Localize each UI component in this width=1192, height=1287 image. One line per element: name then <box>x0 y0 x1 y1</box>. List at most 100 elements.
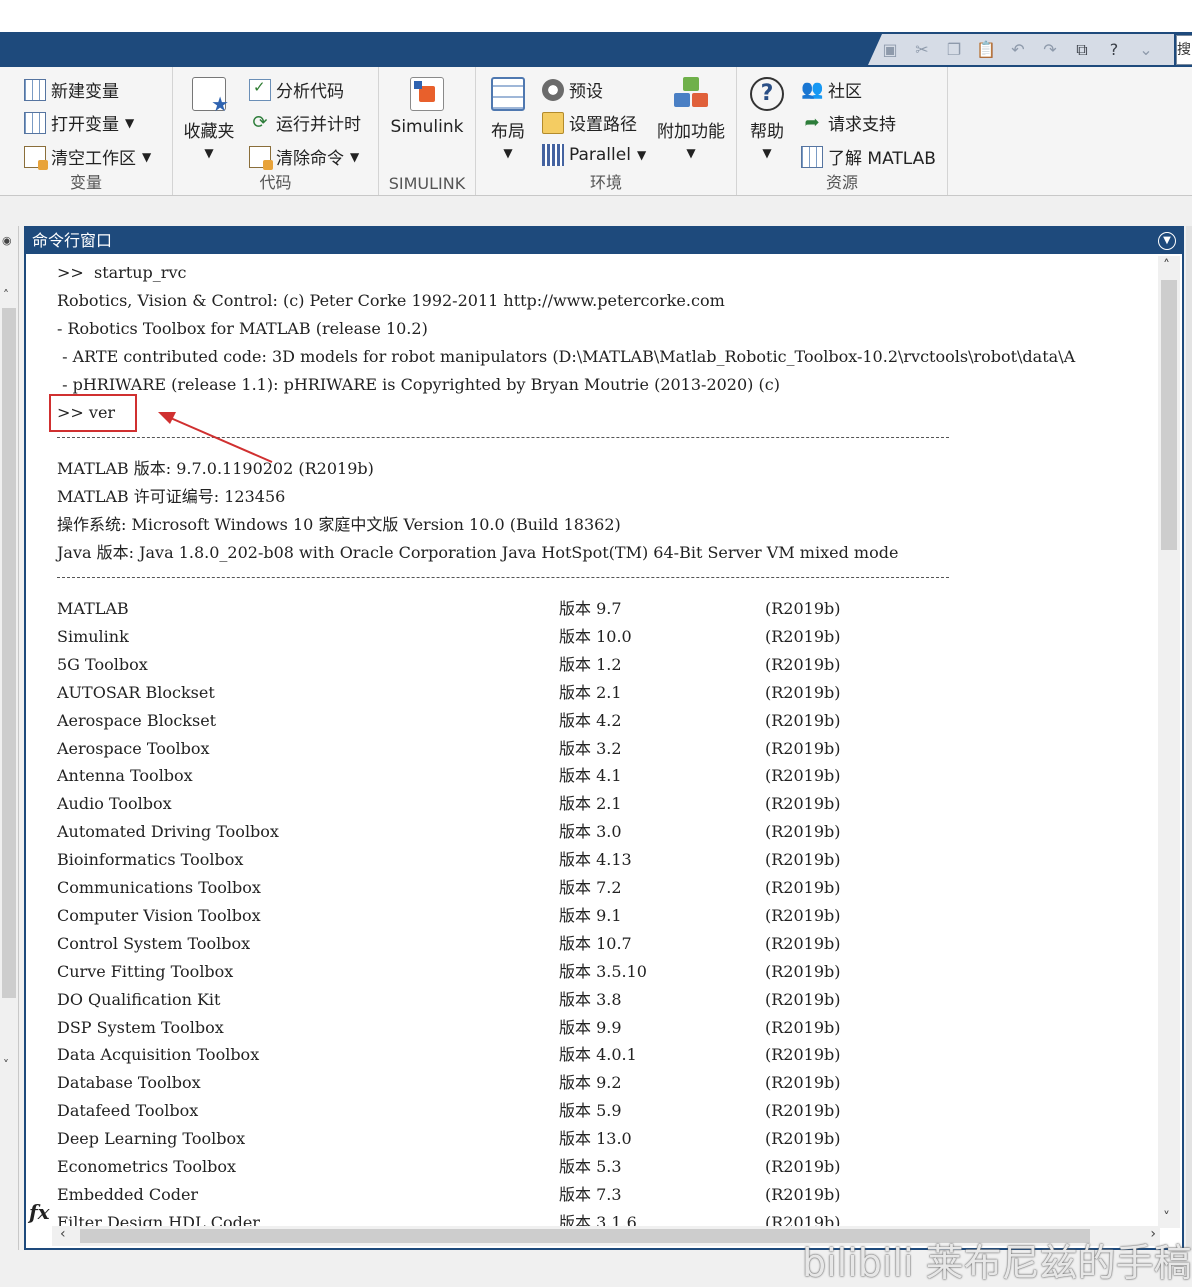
community-button[interactable]: 👥 社区 <box>801 77 862 103</box>
product-row: Automated Driving Toolbox 版本 3.0 (R2019b) <box>57 819 937 845</box>
product-row: Econometrics Toolbox 版本 5.3 (R2019b) <box>57 1154 937 1180</box>
product-name: Embedded Coder <box>57 1184 199 1204</box>
product-row: 5G Toolbox 版本 1.2 (R2019b) <box>57 652 937 678</box>
scroll-left-icon[interactable]: ‹ <box>60 1226 66 1242</box>
chevron-down-icon: ▼ <box>636 148 647 162</box>
separator-line <box>57 577 949 578</box>
scroll-up-icon[interactable]: ˄ <box>3 288 9 302</box>
save-icon[interactable]: ▣ <box>878 39 902 61</box>
product-row: Database Toolbox 版本 9.2 (R2019b) <box>57 1070 937 1096</box>
info-line: Java 版本: Java 1.8.0_202-b08 with Oracle … <box>57 543 899 562</box>
simulink-button[interactable]: Simulink <box>385 77 469 137</box>
minimize-ribbon-icon[interactable]: ⌄ <box>1134 39 1158 61</box>
help-icon[interactable]: ? <box>1102 39 1126 61</box>
product-release: (R2019b) <box>765 1157 841 1176</box>
product-name: Data Acquisition Toolbox <box>57 1045 260 1065</box>
copy-icon[interactable]: ❐ <box>942 39 966 61</box>
product-version: 版本 2.1 <box>559 682 622 702</box>
run-and-time-button[interactable]: ⟳ 运行并计时 <box>249 110 361 136</box>
chevron-down-icon: ▼ <box>762 146 772 160</box>
product-name: Communications Toolbox <box>57 878 261 897</box>
right-edge-panel <box>1186 226 1192 1250</box>
paste-icon[interactable]: 📋 <box>974 39 998 61</box>
switch-windows-icon[interactable]: ⧉ <box>1070 39 1094 61</box>
undo-icon[interactable]: ↶ <box>1006 39 1030 61</box>
product-version: 版本 3.2 <box>559 738 622 758</box>
product-name: Aerospace Toolbox <box>57 738 210 758</box>
addons-cubes-icon <box>674 77 708 111</box>
info-line: MATLAB 版本: 9.7.0.1190202 (R2019b) <box>57 459 374 478</box>
run-and-time-label: 运行并计时 <box>276 115 361 135</box>
product-name: Database Toolbox <box>57 1073 201 1093</box>
section-resources: ? 帮助 ▼ 👥 社区 ➦ 请求支持 了解 MATLAB 资源 <box>737 67 948 195</box>
open-variable-icon <box>24 111 46 134</box>
product-release: (R2019b) <box>765 766 841 786</box>
window-actions-icon[interactable]: ▼ <box>1158 232 1176 250</box>
left-scroll-thumb[interactable] <box>2 308 16 998</box>
chevron-down-icon: ▼ <box>350 149 360 164</box>
vertical-scrollbar[interactable]: ˄ ˅ <box>1158 256 1180 1228</box>
left-panel-scrollbar[interactable]: ◉ ˄ ˅ <box>0 226 19 1250</box>
product-row: Embedded Coder 版本 7.3 (R2019b) <box>57 1182 937 1208</box>
open-variable-button[interactable]: 打开变量 ▼ <box>24 110 134 135</box>
product-name: MATLAB <box>57 599 129 618</box>
output-line: Robotics, Vision & Control: (c) Peter Co… <box>57 291 725 310</box>
clear-commands-button[interactable]: 清除命令 ▼ <box>249 144 360 170</box>
product-row: Aerospace Blockset 版本 4.2 (R2019b) <box>57 708 937 734</box>
product-release: (R2019b) <box>765 710 841 730</box>
highlight-box-annotation <box>49 394 137 432</box>
scroll-down-icon[interactable]: ˅ <box>3 1058 9 1072</box>
help-button[interactable]: ? 帮助 ▼ <box>743 77 791 160</box>
product-version: 版本 4.2 <box>559 710 622 730</box>
chevron-down-icon: ▼ <box>142 149 152 164</box>
run-and-time-icon: ⟳ <box>252 111 268 133</box>
preferences-button[interactable]: 预设 <box>542 77 603 102</box>
product-version: 版本 4.0.1 <box>559 1045 637 1065</box>
product-row: Antenna Toolbox 版本 4.1 (R2019b) <box>57 763 937 789</box>
product-row: DSP System Toolbox 版本 9.9 (R2019b) <box>57 1015 937 1041</box>
product-release: (R2019b) <box>765 933 841 953</box>
product-version: 版本 7.2 <box>559 878 622 897</box>
top-margin <box>0 0 1192 32</box>
product-row: Curve Fitting Toolbox 版本 3.5.10 (R2019b) <box>57 959 937 985</box>
clear-workspace-button[interactable]: 清空工作区 ▼ <box>24 144 152 170</box>
cut-icon[interactable]: ✂ <box>910 39 934 61</box>
redo-icon[interactable]: ↷ <box>1038 39 1062 61</box>
product-name: Deep Learning Toolbox <box>57 1129 246 1149</box>
community-label: 社区 <box>828 82 862 102</box>
product-row: Bioinformatics Toolbox 版本 4.13 (R2019b) <box>57 847 937 873</box>
product-row: Control System Toolbox 版本 10.7 (R2019b) <box>57 931 937 957</box>
set-path-button[interactable]: 设置路径 <box>542 110 637 135</box>
product-version: 版本 3.8 <box>559 989 622 1009</box>
scroll-down-icon[interactable]: ˅ <box>1163 1210 1170 1226</box>
vertical-scroll-thumb[interactable] <box>1161 280 1177 550</box>
section-label-variable: 变量 <box>69 173 102 192</box>
learn-matlab-button[interactable]: 了解 MATLAB <box>801 144 936 169</box>
product-release: (R2019b) <box>765 822 841 842</box>
preferences-label: 预设 <box>569 82 603 102</box>
fx-function-browser-icon[interactable]: fx <box>29 1200 50 1224</box>
chevron-down-icon: ▼ <box>125 115 135 130</box>
quick-access-toolbar: ▣ ✂ ❐ 📋 ↶ ↷ ⧉ ? ⌄ <box>868 34 1174 65</box>
section-environment: 布局 ▼ 预设 设置路径 Parallel ▼ 附加功能 ▼ 环境 <box>476 67 737 195</box>
product-name: Curve Fitting Toolbox <box>57 961 234 981</box>
product-release: (R2019b) <box>765 850 841 870</box>
product-name: Datafeed Toolbox <box>57 1101 199 1121</box>
section-label-environment: 环境 <box>589 173 622 192</box>
favorites-button[interactable]: ★ 收藏夹 ▼ <box>181 77 237 160</box>
product-row: Audio Toolbox 版本 2.1 (R2019b) <box>57 791 937 817</box>
search-documentation-input[interactable]: 搜 <box>1176 35 1192 65</box>
request-support-button[interactable]: ➦ 请求支持 <box>801 110 896 136</box>
addons-button[interactable]: 附加功能 ▼ <box>654 77 728 160</box>
new-variable-button[interactable]: 新建变量 <box>24 77 119 102</box>
clear-commands-label: 清除命令 <box>276 149 344 169</box>
analyze-code-button[interactable]: 分析代码 <box>249 77 344 102</box>
scroll-up-icon[interactable]: ˄ <box>1163 258 1170 274</box>
layout-button[interactable]: 布局 ▼ <box>482 77 534 160</box>
panel-menu-icon[interactable]: ◉ <box>2 234 12 247</box>
product-row: Data Acquisition Toolbox 版本 4.0.1 (R2019b) <box>57 1042 937 1068</box>
folder-icon <box>542 111 564 134</box>
parallel-button[interactable]: Parallel ▼ <box>542 144 646 166</box>
new-variable-label: 新建变量 <box>51 82 119 102</box>
section-label-resources: 资源 <box>825 173 858 192</box>
